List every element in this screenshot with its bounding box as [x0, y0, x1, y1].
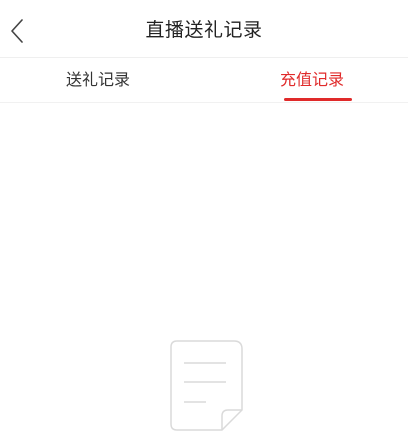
tab-bar: 送礼记录 充值记录 [0, 58, 408, 103]
tab-gift-records-label: 送礼记录 [65, 70, 130, 89]
document-icon [170, 340, 243, 431]
page-title: 直播送礼记录 [145, 19, 263, 41]
page: 直播送礼记录 送礼记录 充值记录 [0, 0, 408, 448]
tab-gift-records[interactable]: 送礼记录 [0, 58, 204, 102]
tab-recharge-records[interactable]: 充值记录 [204, 58, 408, 102]
tab-recharge-records-label: 充值记录 [279, 70, 344, 89]
active-tab-indicator [284, 98, 352, 101]
navigation-bar: 直播送礼记录 [0, 0, 408, 58]
